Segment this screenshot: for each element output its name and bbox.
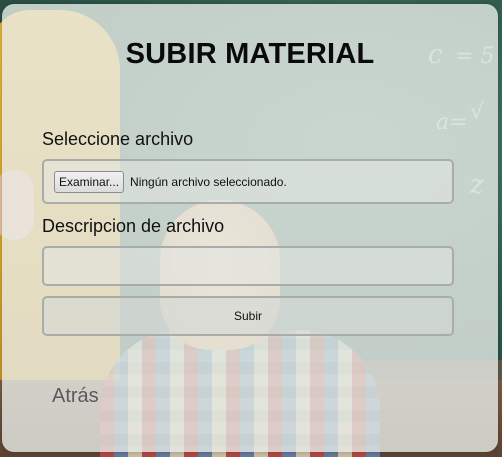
file-input[interactable]: Examinar... Ningún archivo seleccionado. xyxy=(42,159,454,204)
upload-card: SUBIR MATERIAL Seleccione archivo Examin… xyxy=(2,4,498,452)
page-title: SUBIR MATERIAL xyxy=(125,38,375,70)
file-label: Seleccione archivo xyxy=(42,129,194,149)
submit-button[interactable]: Subir xyxy=(42,296,454,336)
back-link[interactable]: Atrás xyxy=(52,385,99,408)
file-status-text: Ningún archivo seleccionado. xyxy=(130,174,287,189)
browse-button[interactable]: Examinar... xyxy=(54,170,125,193)
description-input[interactable] xyxy=(42,246,454,286)
description-label: Descripcion de archivo xyxy=(42,216,225,236)
